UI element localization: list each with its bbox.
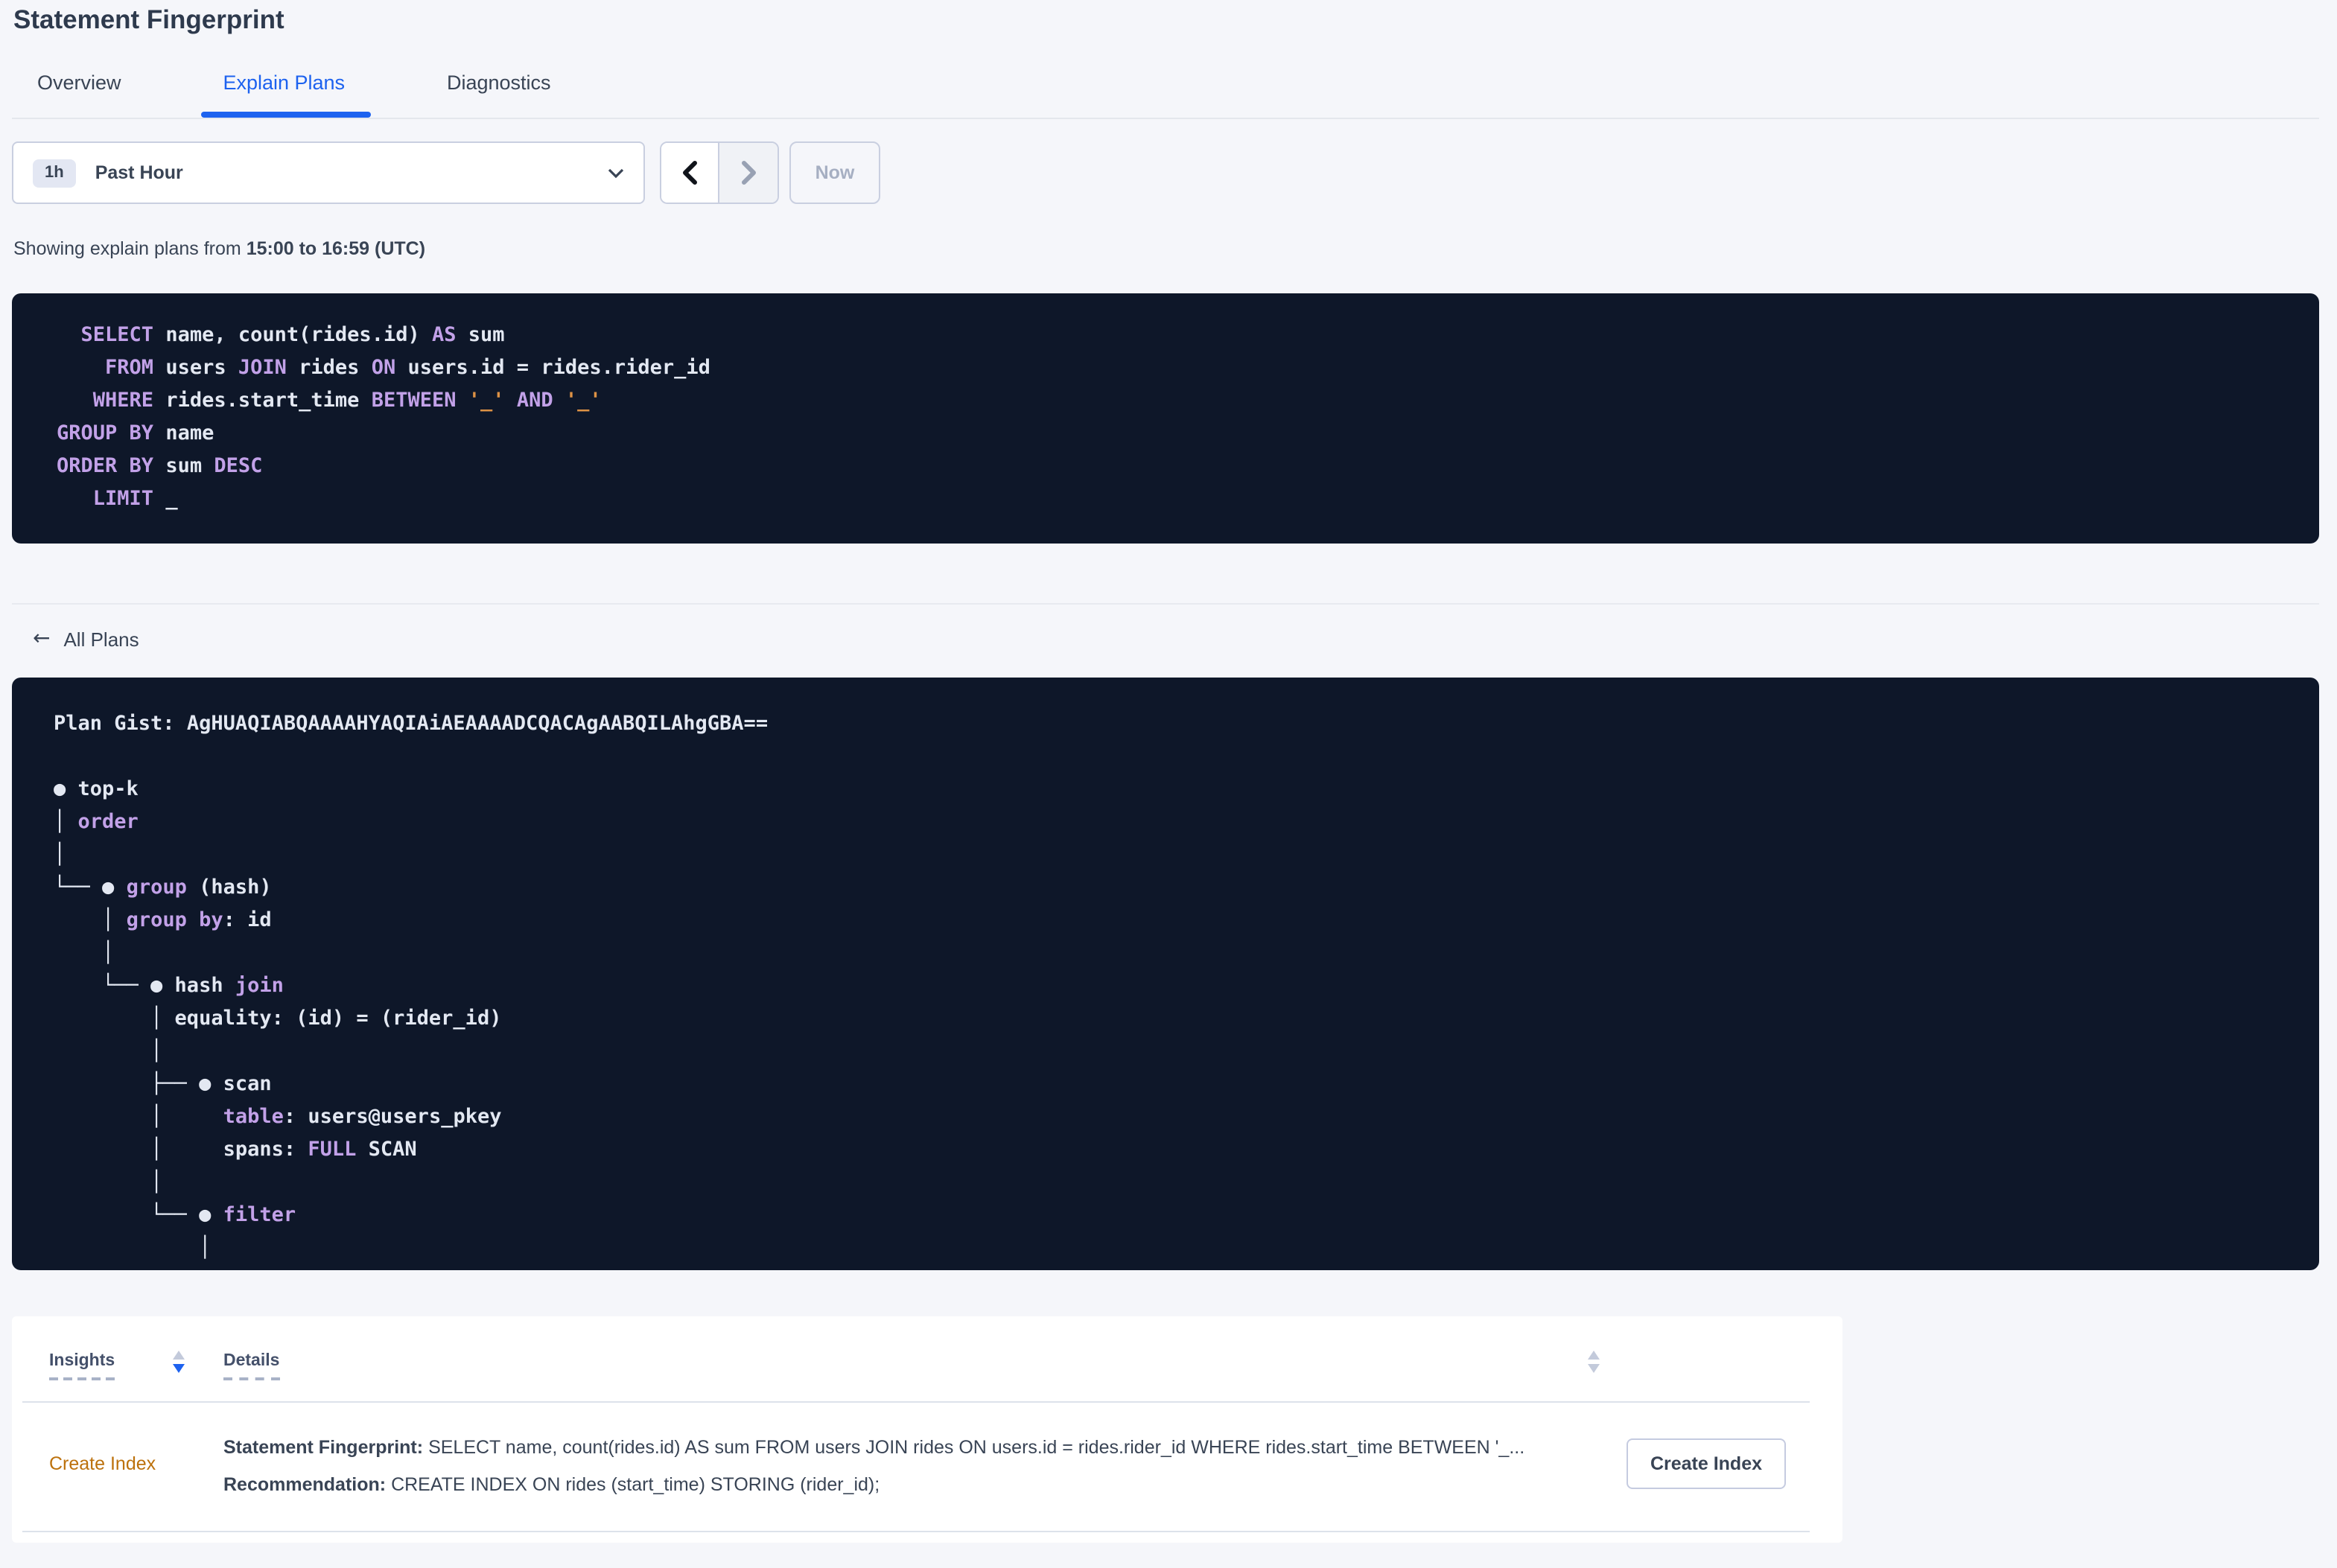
showing-prefix: Showing explain plans from — [13, 238, 247, 259]
next-time-button[interactable] — [719, 143, 778, 203]
tab-bar: Overview Explain Plans Diagnostics — [12, 60, 2319, 119]
code-line: LIMIT _ — [92, 487, 178, 511]
now-button[interactable]: Now — [789, 141, 880, 204]
recommendation-text: CREATE INDEX ON rides (start_time) STORI… — [391, 1474, 880, 1495]
plan-tree: ● top-k │ order │ └── ● group (hash) │ grou… — [54, 773, 2289, 1264]
code-line: SELECT name, count(rides.id) AS sum — [80, 323, 505, 347]
section-divider — [12, 603, 2319, 605]
code-line: │ equality: (id) = (rider_id) — [54, 1007, 502, 1030]
showing-range-text: Showing explain plans from 15:00 to 16:5… — [13, 238, 425, 259]
code-line: └── ● filter — [54, 1203, 296, 1227]
chevron-right-icon — [741, 161, 755, 185]
header-divider — [22, 1401, 1810, 1403]
sort-up-icon — [173, 1351, 185, 1360]
code-line: │ spans: FULL SCAN — [54, 1138, 417, 1161]
code-line: ● top-k — [54, 777, 139, 801]
code-line: └── ● group (hash) — [54, 876, 272, 899]
recommendation-line: Recommendation: CREATE INDEX ON rides (s… — [223, 1467, 1624, 1504]
tab-diagnostics[interactable]: Diagnostics — [447, 60, 551, 115]
code-line: │ table: users@users_pkey — [54, 1105, 502, 1129]
code-line: │ — [54, 1039, 163, 1063]
statement-fingerprint-line: Statement Fingerprint: SELECT name, coun… — [223, 1430, 1624, 1467]
chevron-left-icon — [683, 161, 697, 185]
code-line: ORDER BY sum DESC — [57, 454, 263, 478]
time-range-label: Past Hour — [95, 162, 183, 183]
create-index-button[interactable]: Create Index — [1626, 1438, 1786, 1489]
plan-gist-value: AgHUAQIABQAAAAHYAQIAiAEAAAADCQACAgAABQIL… — [186, 712, 769, 736]
sql-statement: SELECT name, count(rides.id) AS sum FROM… — [57, 319, 2289, 515]
code-line: └── ● hash join — [54, 974, 284, 998]
recommendation-label: Recommendation: — [223, 1474, 387, 1495]
code-line: FROM users JOIN rides ON users.id = ride… — [105, 356, 710, 380]
insights-table: Insights Details Create Index Statement … — [12, 1316, 1842, 1543]
time-range-select[interactable]: 1h Past Hour — [12, 141, 645, 204]
time-interval-badge: 1h — [33, 159, 76, 187]
code-line: │ — [54, 941, 115, 965]
sort-indicator-insights[interactable] — [173, 1351, 185, 1373]
code-line: │ order — [54, 810, 139, 834]
sort-indicator-details[interactable] — [1588, 1351, 1600, 1373]
plan-gist-line: Plan Gist: AgHUAQIABQAAAAHYAQIAiAEAAAADC… — [54, 707, 2289, 740]
plan-gist-card: Plan Gist: AgHUAQIABQAAAAHYAQIAiAEAAAADC… — [12, 678, 2319, 1270]
row-divider — [22, 1531, 1810, 1532]
code-line: │ — [54, 843, 66, 867]
all-plans-label: All Plans — [63, 628, 139, 650]
insight-link-create-index[interactable]: Create Index — [49, 1453, 156, 1474]
fingerprint-text: SELECT name, count(rides.id) AS sum FROM… — [428, 1437, 1525, 1458]
page-title: Statement Fingerprint — [13, 4, 284, 34]
code-line: GROUP BY name — [57, 421, 214, 445]
code-line: WHERE rides.start_time BETWEEN '_' AND '… — [92, 389, 602, 412]
prev-time-button[interactable] — [661, 143, 719, 203]
fingerprint-label: Statement Fingerprint: — [223, 1437, 424, 1458]
plan-gist-label: Plan Gist: — [54, 712, 187, 736]
code-line: │ — [54, 1236, 212, 1260]
all-plans-link[interactable]: ← All Plans — [33, 627, 139, 651]
insight-details-cell: Statement Fingerprint: SELECT name, coun… — [223, 1430, 1624, 1504]
sort-down-icon — [173, 1364, 185, 1373]
back-arrow-icon: ← — [33, 627, 51, 651]
chevron-down-icon — [608, 168, 624, 178]
tab-overview[interactable]: Overview — [37, 60, 121, 115]
tab-explain-plans[interactable]: Explain Plans — [200, 60, 370, 118]
column-header-details[interactable]: Details — [223, 1352, 280, 1380]
sort-up-icon — [1588, 1351, 1600, 1360]
code-line: ├── ● scan — [54, 1072, 272, 1096]
sql-statement-card: SELECT name, count(rides.id) AS sum FROM… — [12, 293, 2319, 544]
sort-down-icon — [1588, 1364, 1600, 1373]
code-line: │ — [54, 1170, 163, 1194]
code-line: │ group by: id — [54, 908, 272, 932]
statement-fingerprint-page: Statement Fingerprint Overview Explain P… — [0, 0, 2337, 1568]
column-header-insights[interactable]: Insights — [49, 1352, 115, 1380]
showing-range: 15:00 to 16:59 (UTC) — [246, 238, 426, 259]
time-pager — [660, 141, 779, 204]
